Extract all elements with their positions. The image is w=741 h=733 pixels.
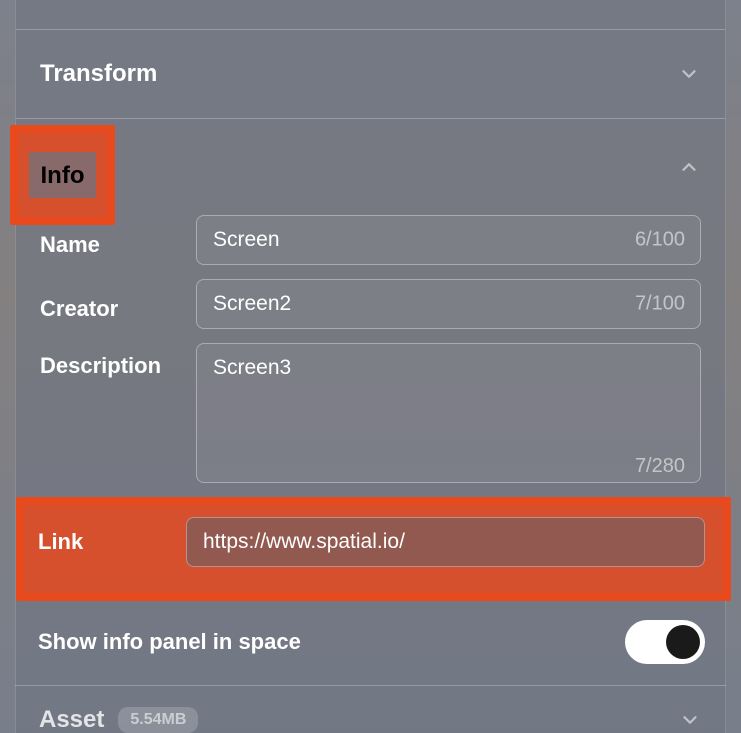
label-name: Name: [40, 222, 180, 258]
section-header-info[interactable]: [40, 119, 701, 215]
description-field-wrap: 7/280: [196, 343, 701, 488]
name-input[interactable]: [196, 215, 701, 265]
name-field-wrap: 6/100: [196, 215, 701, 265]
description-textarea[interactable]: [196, 343, 701, 483]
link-input[interactable]: [186, 517, 705, 567]
asset-size-badge: 5.54MB: [118, 707, 198, 733]
field-row-creator: Creator 7/100: [40, 279, 701, 329]
label-show-info-panel: Show info panel in space: [38, 629, 301, 655]
section-info: Name 6/100 Creator 7/100 Description 7/2…: [16, 119, 725, 488]
field-row-link: Link: [38, 517, 705, 567]
section-title-info: Info: [41, 162, 85, 190]
panel-top-spacer: [16, 0, 725, 30]
field-row-description: Description 7/280: [40, 343, 701, 488]
section-title-asset: Asset: [39, 706, 104, 733]
chevron-up-icon: [677, 155, 701, 179]
field-row-name: Name 6/100: [40, 215, 701, 265]
show-info-panel-toggle[interactable]: [625, 620, 705, 664]
section-header-transform[interactable]: Transform: [16, 30, 725, 118]
chevron-down-icon: [677, 62, 701, 86]
creator-field-wrap: 7/100: [196, 279, 701, 329]
highlight-info-inner: Info: [29, 152, 97, 198]
section-title-transform: Transform: [40, 60, 157, 88]
label-creator: Creator: [40, 286, 180, 322]
section-header-asset[interactable]: Asset 5.54MB: [15, 685, 726, 733]
creator-input[interactable]: [196, 279, 701, 329]
label-description: Description: [40, 343, 180, 379]
highlight-info-title: Info: [10, 125, 115, 225]
asset-header-left: Asset 5.54MB: [39, 706, 198, 733]
chevron-down-icon: [678, 708, 702, 732]
link-field-wrap: [186, 517, 705, 567]
toggle-knob: [666, 625, 700, 659]
show-info-panel-row: Show info panel in space: [38, 620, 705, 664]
label-link: Link: [38, 529, 170, 555]
